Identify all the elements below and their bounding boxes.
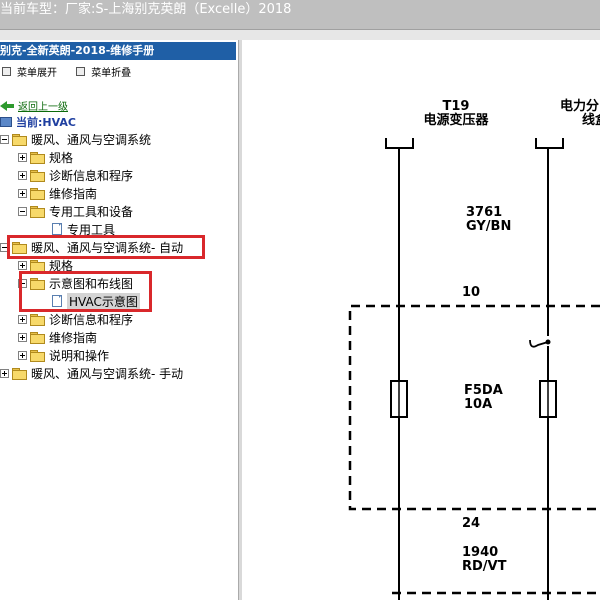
folder-icon [30,169,45,182]
pin-top: 10 [462,285,481,300]
wire-bottom-code: 1940 [462,545,499,560]
connector-left-id: T19 [442,99,470,114]
wire-top-color: GY/BN [466,219,512,234]
manual-title: 别克-全新英朗-2018-维修手册 [0,42,236,60]
wire-bottom-color: RD/VT [462,559,507,574]
expand-toggle-icon[interactable] [18,314,27,324]
wire-top-label: 3761 GY/BN [466,206,511,234]
expand-toggle-icon[interactable] [18,152,27,162]
expand-toggle-icon[interactable] [0,368,9,378]
connector-left-label: T19 电源变压器 [414,100,498,128]
tree-item-label: 暖风、通风与空调系统- 手动 [31,366,184,381]
folder-icon [12,367,27,380]
connector-bracket-right [535,138,564,149]
folder-icon [30,187,45,200]
tree-item-hvac-manual[interactable]: 暖风、通风与空调系统- 手动 [0,364,183,382]
tree-item-label: 维修指南 [49,186,98,201]
tree-item-label: 专用工具和设备 [49,204,134,219]
fuse-rating: 10A [464,397,493,412]
back-arrow-icon [0,100,14,111]
current-location-label: 当前:HVAC [16,116,76,129]
tree-item-description[interactable]: 说明和操作 [18,346,109,364]
expand-toggle-icon[interactable] [18,332,27,342]
tree-item-label: 诊断信息和程序 [49,168,134,183]
folder-icon [12,133,27,146]
menu-collapse-label: 菜单折叠 [91,68,132,79]
expand-toggle-icon[interactable] [18,170,27,180]
collapse-icon [76,67,86,76]
folder-icon [30,313,45,326]
connector-bracket-left [385,138,414,149]
folder-icon [30,349,45,362]
toolbar-gap [0,30,600,40]
connector-right-label: 电力分 线盒 [560,100,600,128]
menu-expand-button[interactable]: 菜单展开 [0,64,57,79]
tree-item-diagnostics[interactable]: 诊断信息和程序 [18,166,133,184]
document-icon [52,223,62,235]
menu-expand-label: 菜单展开 [17,68,57,79]
folder-icon [30,151,45,164]
pin-bottom: 24 [462,516,481,531]
navigation-pane: 别克-全新英朗-2018-维修手册 菜单展开 菜单折叠 返回上一级 当前:HVA… [0,40,238,600]
tree-item-label: 暖风、通风与空调系统 [31,132,152,147]
wire-bottom-label: 1940 RD/VT [462,546,506,574]
connector-right-line2: 线盒 [582,113,600,128]
tree-item-label: 维修指南 [49,330,98,345]
menu-bar: 菜单展开 菜单折叠 [0,64,145,80]
expand-toggle-icon[interactable] [18,350,27,360]
fuse-name: F5DA [464,383,503,398]
folder-icon [30,331,45,344]
tree-item-auto-repair[interactable]: 维修指南 [18,328,97,346]
connector-left-name: 电源变压器 [423,113,489,128]
computer-icon [0,117,12,127]
tree-item-special-tools[interactable]: 专用工具和设备 [18,202,133,220]
menu-collapse-button[interactable]: 菜单折叠 [74,64,131,79]
highlight-box-hvac-auto [7,235,205,259]
tree-item-auto-diagnostics[interactable]: 诊断信息和程序 [18,310,133,328]
highlight-box-schematics [19,271,152,312]
wire-tap [529,339,549,348]
connector-right-line1: 电力分 [560,99,600,114]
window-title-bar: 当前车型：厂家:S-上海别克英朗（Excelle）2018 [0,0,600,30]
window-title: 当前车型：厂家:S-上海别克英朗（Excelle）2018 [0,2,292,17]
current-location: 当前:HVAC [0,114,76,130]
tree-item-repair[interactable]: 维修指南 [18,184,97,202]
folder-icon [30,205,45,218]
collapse-toggle-icon[interactable] [0,134,9,144]
tree-item-specs[interactable]: 规格 [18,148,73,166]
splice-dot [545,339,551,345]
folder-icon [30,259,45,272]
tree-item-label: 说明和操作 [49,348,110,363]
tree-item-hvac[interactable]: 暖风、通风与空调系统 [0,130,151,148]
diagram-pane: T19 电源变压器 电力分 线盒 3761 GY/BN 10 F5DA 10A … [242,40,600,600]
back-link[interactable]: 返回上一级 [0,98,68,113]
tree-item-label: 诊断信息和程序 [49,312,134,327]
expand-toggle-icon[interactable] [18,260,27,270]
back-link-label: 返回上一级 [18,102,68,113]
expand-toggle-icon[interactable] [18,188,27,198]
fuse-label: F5DA 10A [464,384,503,412]
expand-icon [2,67,11,76]
collapse-toggle-icon[interactable] [18,206,27,216]
wire-top-code: 3761 [466,205,503,220]
tree-item-label: 规格 [49,150,74,165]
